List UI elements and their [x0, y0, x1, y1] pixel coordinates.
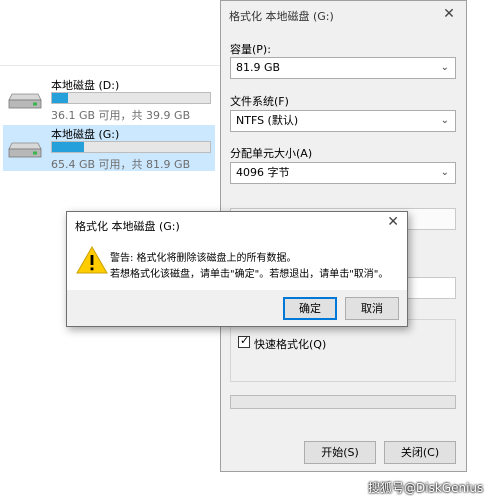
- filesystem-value: NTFS (默认): [236, 114, 299, 127]
- allocation-size-value: 4096 字节: [236, 166, 290, 179]
- close-icon[interactable]: ✕: [438, 3, 460, 25]
- drive-g-usage-bar: [51, 141, 211, 153]
- hard-drive-icon: [8, 93, 42, 109]
- drive-g-name: 本地磁盘 (G:): [51, 128, 120, 141]
- capacity-value: 81.9 GB: [236, 61, 281, 74]
- watermark: 搜狐号@DiskGenius: [368, 481, 484, 495]
- drive-g-info: 65.4 GB 可用，共 81.9 GB: [51, 158, 191, 171]
- warning-icon: [76, 245, 108, 274]
- warning-message-line1: 警告: 格式化将删除该磁盘上的所有数据。: [110, 253, 297, 264]
- cancel-button[interactable]: 取消: [345, 297, 399, 320]
- capacity-label: 容量(P):: [230, 43, 271, 56]
- capacity-select[interactable]: 81.9 GB ⌄: [230, 57, 456, 79]
- warning-dialog: 格式化 本地磁盘 (G:) ✕ 警告: 格式化将删除该磁盘上的所有数据。 若想格…: [66, 211, 408, 327]
- quick-format-label: 快速格式化(Q): [254, 338, 327, 351]
- drive-d-info: 36.1 GB 可用，共 39.9 GB: [51, 109, 191, 122]
- chevron-down-icon: ⌄: [440, 115, 449, 126]
- allocation-size-select[interactable]: 4096 字节 ⌄: [230, 162, 456, 184]
- close-icon[interactable]: ✕: [387, 214, 399, 230]
- chevron-down-icon: ⌄: [440, 167, 449, 178]
- chevron-down-icon: ⌄: [440, 62, 449, 73]
- checkmark-icon: ✓: [240, 334, 250, 347]
- warning-message-line2: 若想格式化该磁盘，请单击"确定"。若想退出，请单击"取消"。: [110, 269, 389, 280]
- drive-d-usage-bar: [51, 92, 211, 104]
- divider: [0, 65, 220, 66]
- dialog-footer: 确定 取消: [67, 290, 407, 326]
- drive-g[interactable]: 本地磁盘 (G:) 65.4 GB 可用，共 81.9 GB: [3, 125, 215, 171]
- close-button[interactable]: 关闭(C): [384, 441, 456, 464]
- ok-button[interactable]: 确定: [283, 297, 337, 320]
- drive-d[interactable]: 本地磁盘 (D:) 36.1 GB 可用，共 39.9 GB: [3, 76, 215, 122]
- start-button[interactable]: 开始(S): [304, 441, 376, 464]
- allocation-size-label: 分配单元大小(A): [230, 147, 313, 160]
- filesystem-label: 文件系统(F): [230, 95, 289, 108]
- quick-format-checkbox[interactable]: ✓: [238, 334, 250, 348]
- filesystem-select[interactable]: NTFS (默认) ⌄: [230, 110, 456, 132]
- format-progress-bar: [230, 395, 456, 409]
- format-window-title: 格式化 本地磁盘 (G:): [229, 10, 334, 23]
- dialog-title: 格式化 本地磁盘 (G:): [75, 220, 180, 233]
- hard-drive-icon: [8, 142, 42, 158]
- drive-d-name: 本地磁盘 (D:): [51, 79, 120, 92]
